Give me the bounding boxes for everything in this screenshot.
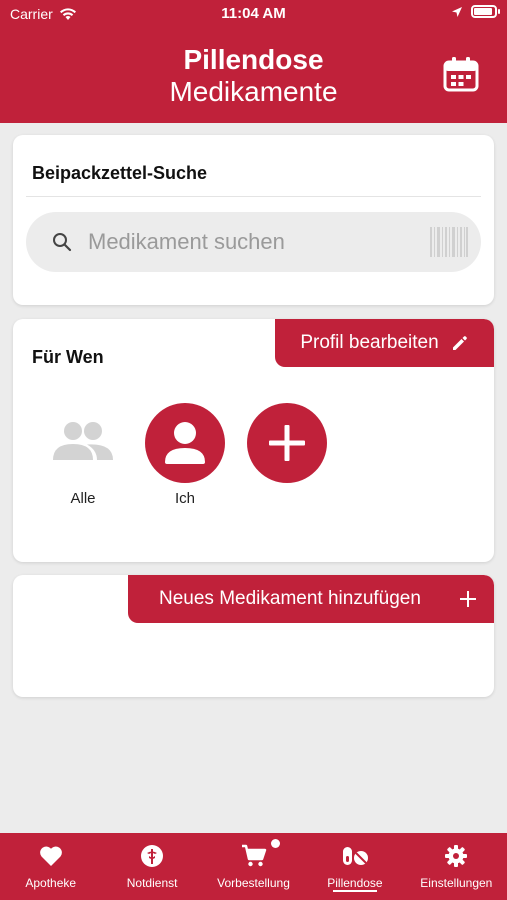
profile-card: Für Wen Profil bearbeiten Alle Ich bbox=[13, 319, 494, 562]
tab-vorbestellung[interactable]: Vorbestellung bbox=[203, 833, 304, 900]
tab-pillendose[interactable]: Pillendose bbox=[304, 833, 405, 900]
leaflet-search-heading: Beipackzettel-Suche bbox=[32, 163, 208, 183]
page-subtitle: Medikamente bbox=[169, 76, 338, 107]
tab-label: Apotheke bbox=[25, 876, 77, 890]
bottom-tab-bar: Apotheke Notdienst Vorbestellung Pillend… bbox=[0, 833, 507, 900]
add-profile-circle bbox=[247, 403, 327, 483]
notification-dot bbox=[271, 839, 281, 848]
profile-me-label: Ich bbox=[174, 490, 195, 507]
profile-list: Alle Ich bbox=[43, 403, 327, 507]
tab-label: Vorbestellung bbox=[217, 876, 290, 890]
profile-me-avatar bbox=[145, 403, 225, 483]
status-right bbox=[451, 5, 500, 18]
edit-profile-button[interactable]: Profil bearbeiten bbox=[275, 319, 494, 367]
cart-icon bbox=[241, 844, 266, 867]
divider bbox=[26, 196, 481, 197]
group-icon bbox=[53, 422, 113, 460]
for-whom-heading: Für Wen bbox=[32, 347, 104, 367]
add-medication-button[interactable]: Neues Medikament hinzufügen bbox=[128, 575, 494, 623]
plus-icon bbox=[269, 425, 305, 461]
battery-icon bbox=[471, 5, 500, 18]
calendar-icon[interactable] bbox=[443, 56, 479, 92]
tab-einstellungen[interactable]: Einstellungen bbox=[406, 833, 507, 900]
profile-all-label: Alle bbox=[70, 490, 96, 507]
plus-icon bbox=[460, 591, 476, 607]
gear-icon bbox=[445, 845, 468, 867]
medication-search-input[interactable] bbox=[88, 224, 408, 260]
add-medication-label: Neues Medikament hinzufügen bbox=[159, 588, 421, 609]
edit-profile-label: Profil bearbeiten bbox=[300, 332, 439, 353]
search-bar[interactable] bbox=[26, 212, 481, 272]
status-bar: Carrier 11:04 AM bbox=[0, 0, 507, 28]
medication-card: Neues Medikament hinzufügen bbox=[13, 575, 494, 697]
tab-label: Pillendose bbox=[327, 876, 383, 890]
search-icon bbox=[53, 233, 72, 252]
profile-all[interactable]: Alle bbox=[43, 403, 123, 507]
header-title-group: Pillendose Medikamente bbox=[0, 44, 507, 108]
heart-icon bbox=[39, 846, 62, 866]
status-time: 11:04 AM bbox=[221, 5, 286, 22]
tab-label: Einstellungen bbox=[420, 876, 493, 890]
leaflet-search-card: Beipackzettel-Suche bbox=[13, 135, 494, 305]
tab-label: Notdienst bbox=[126, 876, 178, 890]
person-icon bbox=[165, 422, 205, 464]
header-bar: Carrier 11:04 AM Pillendose Medikamente bbox=[0, 0, 507, 123]
active-tab-indicator bbox=[332, 890, 377, 892]
add-profile-button[interactable] bbox=[247, 403, 327, 507]
profile-me[interactable]: Ich bbox=[145, 403, 225, 507]
pencil-icon bbox=[452, 336, 467, 350]
tab-apotheke[interactable]: Apotheke bbox=[0, 833, 101, 900]
tab-notdienst[interactable]: Notdienst bbox=[101, 833, 202, 900]
barcode-scan-icon[interactable] bbox=[429, 225, 469, 259]
location-arrow-icon bbox=[452, 6, 462, 17]
profile-all-avatar bbox=[43, 403, 123, 483]
pills-icon bbox=[342, 847, 368, 865]
page-title: Pillendose bbox=[183, 44, 324, 75]
caduceus-icon bbox=[141, 845, 164, 867]
